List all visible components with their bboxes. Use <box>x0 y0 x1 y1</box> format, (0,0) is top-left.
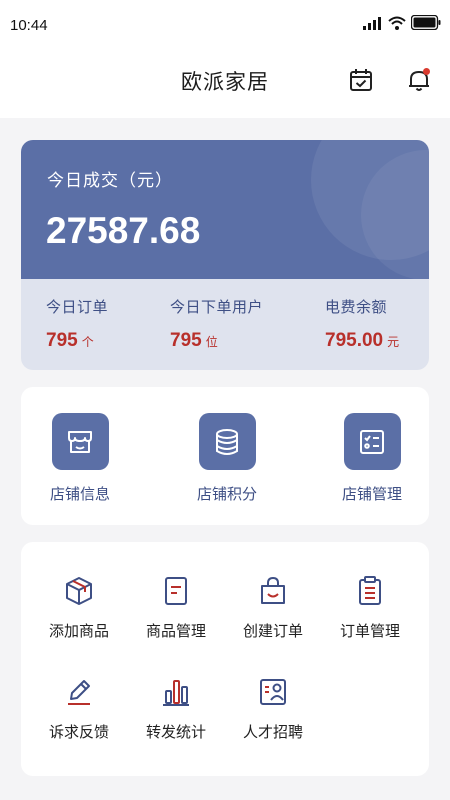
status-icons <box>363 15 441 30</box>
stat-label: 今日订单 <box>46 298 109 316</box>
shopping-bag-icon <box>261 576 285 604</box>
document-icon <box>165 577 187 605</box>
package-icon <box>66 577 92 605</box>
shop-item-label: 店铺管理 <box>341 485 402 503</box>
edit-icon <box>68 680 90 705</box>
notification-badge <box>423 68 430 75</box>
coin-stack-icon <box>198 413 256 470</box>
stat-value: 795 <box>170 330 202 351</box>
function-label: 诉求反馈 <box>48 723 109 741</box>
product-management-button[interactable]: 商品管理 <box>136 574 216 641</box>
app-header: 欧派家居 <box>0 54 450 118</box>
stat-today-orders[interactable]: 今日订单 795 个 <box>46 296 108 352</box>
stat-unit: 位 <box>205 335 218 349</box>
checklist-icon <box>343 413 401 470</box>
wifi-icon <box>388 16 406 30</box>
status-bar: 10:44 <box>0 0 450 54</box>
feedback-button[interactable]: 诉求反馈 <box>39 675 119 742</box>
shop-info-button[interactable]: 店铺信息 <box>30 413 130 504</box>
today-sales-amount: 27587.68 <box>46 210 201 251</box>
stat-electricity-balance[interactable]: 电费余额 795.00 元 <box>325 296 399 352</box>
sales-summary-card: 今日成交（元） 27587.68 今日订单 795 个 今日下单用户 795 位… <box>21 140 429 370</box>
function-label: 创建订单 <box>242 622 303 640</box>
page-title: 欧派家居 <box>181 70 269 94</box>
function-label: 转发统计 <box>145 723 206 741</box>
add-product-button[interactable]: 添加商品 <box>39 574 119 641</box>
share-stats-button[interactable]: 转发统计 <box>136 675 216 742</box>
stat-label: 电费余额 <box>325 298 388 316</box>
battery-icon <box>411 15 441 30</box>
shop-points-button[interactable]: 店铺积分 <box>177 413 277 504</box>
recruitment-button[interactable]: 人才招聘 <box>233 675 313 742</box>
stat-today-users[interactable]: 今日下单用户 795 位 <box>170 296 263 352</box>
clipboard-icon <box>359 576 381 605</box>
status-time: 10:44 <box>10 17 48 34</box>
stat-unit: 个 <box>81 335 94 349</box>
functions-grid-card: 添加商品 商品管理 创建订单 订单管理 诉求反馈 转发统计 人才招聘 <box>21 542 429 776</box>
today-sales-label: 今日成交（元） <box>47 171 173 191</box>
shop-item-label: 店铺积分 <box>196 485 257 503</box>
create-order-button[interactable]: 创建订单 <box>233 574 313 641</box>
shop-item-label: 店铺信息 <box>49 485 110 503</box>
stat-value: 795 <box>46 330 78 351</box>
stat-label: 今日下单用户 <box>170 298 264 316</box>
shop-management-button[interactable]: 店铺管理 <box>322 413 422 504</box>
sales-summary-header: 今日成交（元） 27587.68 <box>21 140 429 279</box>
signal-icon <box>363 16 381 30</box>
stat-value: 795.00 <box>325 330 384 351</box>
bar-chart-icon <box>163 680 189 706</box>
shop-actions-card: 店铺信息 店铺积分 店铺管理 <box>21 387 429 525</box>
function-label: 订单管理 <box>339 622 400 640</box>
stat-unit: 元 <box>387 335 400 349</box>
function-label: 商品管理 <box>145 622 206 640</box>
id-card-icon <box>260 679 286 705</box>
bell-icon[interactable] <box>405 66 433 94</box>
calendar-check-icon[interactable] <box>347 66 375 94</box>
function-label: 人才招聘 <box>242 723 303 741</box>
store-icon <box>51 413 109 470</box>
function-label: 添加商品 <box>48 622 109 640</box>
order-management-button[interactable]: 订单管理 <box>330 574 410 641</box>
